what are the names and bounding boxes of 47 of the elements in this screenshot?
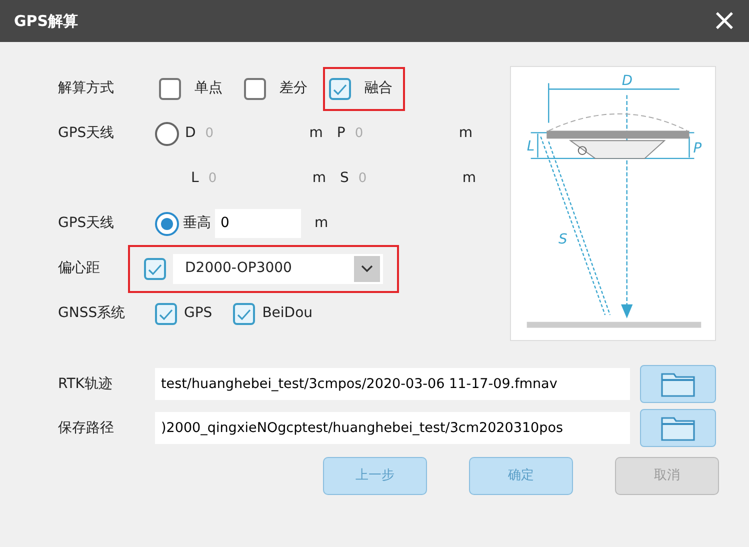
field-label: P [336,124,346,143]
field-label: 偏心距 [58,259,101,278]
field-label: L [191,169,199,188]
option-label: GPS [184,304,212,323]
checkbox[interactable] [155,302,177,324]
offset-dropdown[interactable]: D2000-OP3000 [173,254,383,284]
option-label: 融合 [364,79,392,98]
caret-icon [354,256,380,282]
unit-label: m [458,124,473,143]
path-field[interactable]: )2000_qingxieNOgcptest/huanghebei_test/3cm2020310pos [155,412,630,444]
folder-button[interactable] [640,365,716,403]
dimension-label: P [693,140,702,156]
field-label: 保存路径 [58,418,115,438]
option-label: 单点 [194,79,222,98]
checkbox[interactable] [244,78,266,100]
dialog-button[interactable]: 确定 [469,457,573,495]
dimension-label: S [558,232,568,248]
unit-label: m [309,124,323,143]
checkbox[interactable] [233,302,256,324]
path-field[interactable]: test/huanghebei_test/3cmpos/2020-03-06 11-17-09.fmnav [155,368,630,400]
field-label: GNSS系统 [58,304,126,323]
field-label: RTK轨迹 [58,374,114,394]
dialog-button[interactable]: 上一步 [323,457,427,495]
checkbox[interactable] [144,258,166,280]
option-label: 差分 [280,79,308,98]
height-field[interactable]: 0 [214,209,300,238]
option-label: BeiDou [262,304,313,323]
dimension-label: D [622,73,633,90]
unit-label: m [462,169,476,188]
folder-icon [660,370,696,398]
close-button[interactable]: × [708,6,741,36]
field-label: D [185,124,196,143]
radio-button[interactable] [155,122,179,146]
field-label: GPS天线 [58,124,116,143]
field-label: GPS天线 [58,214,116,233]
dimension-label: L [526,138,535,155]
radio-button[interactable] [155,212,179,236]
window-title: GPS解算 [14,10,78,32]
field-label: 解算方式 [58,79,115,98]
unit-label: m [312,169,326,188]
field-label: S [340,169,349,188]
checkbox[interactable] [328,78,350,100]
checkbox[interactable] [158,78,180,100]
folder-icon [660,414,696,442]
folder-button[interactable] [640,409,716,447]
field-label: 垂高 [183,214,211,233]
unit-label: m [314,214,328,233]
